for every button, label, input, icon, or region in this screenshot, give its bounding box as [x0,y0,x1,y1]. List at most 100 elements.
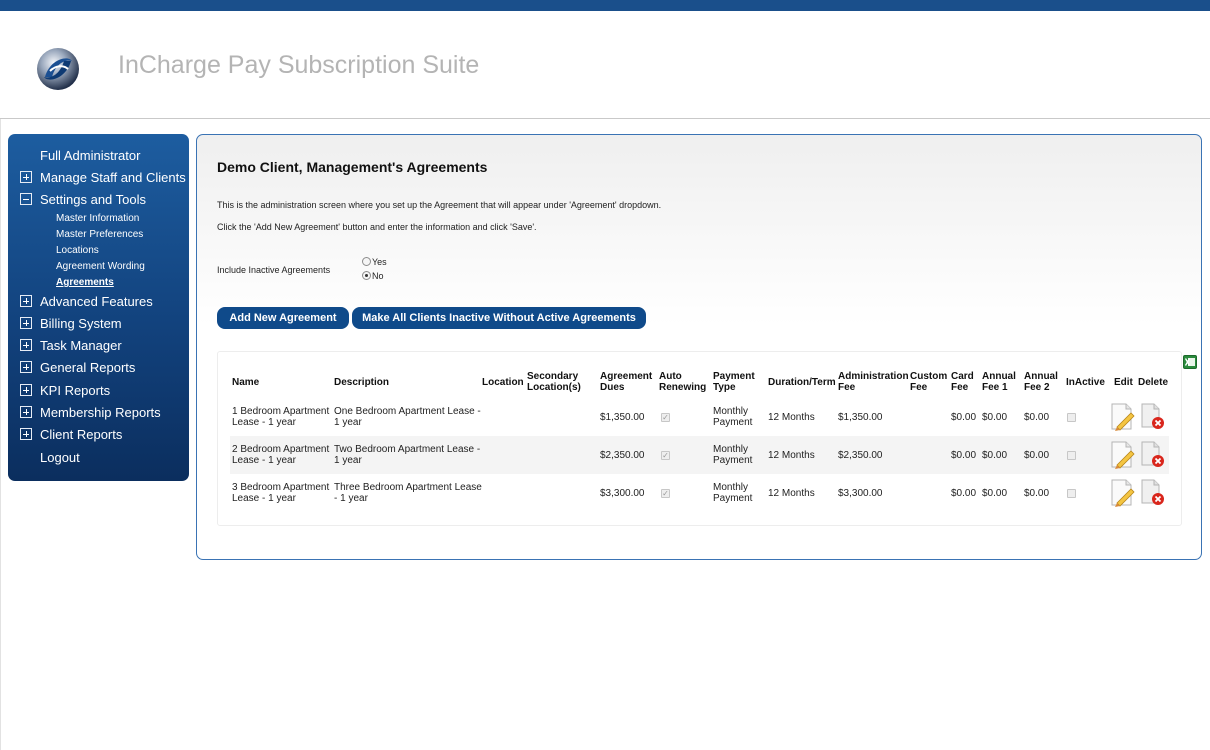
sidebar-item-settings-and-tools[interactable]: Settings and Tools [8,189,189,211]
left-border [0,119,1,750]
sidebar-item-membership-reports[interactable]: Membership Reports [8,402,189,424]
cell-description: Two Bedroom Apartment Lease -1 year [334,444,480,466]
cell-name: 1 Bedroom Apartment Lease - 1 year [232,406,329,428]
inactive-checkbox[interactable] [1067,451,1076,460]
sidebar-subitem-agreements[interactable]: Agreements [56,277,114,288]
auto-renewing-checkbox[interactable]: ✓ [661,489,670,498]
sidebar-subitem-agreement-wording[interactable]: Agreement Wording [56,261,145,272]
delete-icon[interactable] [1140,403,1166,431]
column-header-annual-fee-2: Annual Fee 2 [1024,371,1058,393]
header-line: Type [713,382,736,393]
sidebar-item-label: Logout [40,450,80,465]
inactive-checkbox[interactable] [1067,413,1076,422]
column-header-administration-fee: Administration Fee [838,371,909,393]
auto-renewing-checkbox[interactable]: ✓ [661,413,670,422]
sidebar-subitem-locations[interactable]: Locations [56,245,99,256]
cell-admin-fee: $2,350.00 [838,450,883,461]
minus-icon[interactable] [20,193,32,205]
radio-yes-label: Yes [372,257,387,267]
radio-no-label: No [372,271,384,281]
sidebar-item-general-reports[interactable]: General Reports [8,357,189,379]
header-line: Card [951,371,974,382]
auto-renewing-checkbox[interactable]: ✓ [661,451,670,460]
page-title: Demo Client, Management's Agreements [217,159,488,175]
cell-card-fee: $0.00 [951,412,977,423]
column-header-agreement-dues: Agreement Dues [600,371,652,393]
inactive-checkbox[interactable] [1067,489,1076,498]
delete-icon[interactable] [1140,479,1166,507]
column-header-custom-fee: Custom Fee [910,371,947,393]
add-new-agreement-button[interactable]: Add New Agreement [217,307,349,329]
header-line: Fee [838,382,856,393]
sidebar-item-label: Settings and Tools [40,192,146,207]
sidebar-subitem-master-preferences[interactable]: Master Preferences [56,229,143,240]
sidebar-item-manage-staff[interactable]: Manage Staff and Clients [8,167,189,189]
cell-annual-fee-2: $0.00 [1024,488,1050,499]
plus-icon[interactable] [20,428,32,440]
top-bar [0,0,1210,11]
sidebar-item-label: Advanced Features [40,294,153,309]
cell-line: 1 year [334,455,362,466]
header-line: Location(s) [527,382,581,393]
column-header-delete: Delete [1138,377,1169,388]
column-header-payment-type: Payment Type [713,371,755,393]
sidebar-item-logout[interactable]: Logout [8,447,189,469]
header-line: Annual [982,371,1016,382]
cell-annual-fee-1: $0.00 [982,488,1008,499]
make-clients-inactive-button[interactable]: Make All Clients Inactive Without Active… [352,307,646,329]
sidebar-item-client-reports[interactable]: Client Reports [8,424,189,446]
excel-export-icon[interactable] [1183,355,1197,369]
cell-line: 1 year [334,417,362,428]
plus-icon[interactable] [20,295,32,307]
sidebar-item-kpi-reports[interactable]: KPI Reports [8,380,189,402]
cell-line: - 1 year [334,493,368,504]
plus-icon[interactable] [20,171,32,183]
cell-dues: $3,300.00 [600,488,645,499]
plus-icon[interactable] [20,339,32,351]
plus-icon[interactable] [20,384,32,396]
cell-name: 2 Bedroom Apartment Lease - 1 year [232,444,329,466]
header-line: Dues [600,382,625,393]
column-header-annual-fee-1: Annual Fee 1 [982,371,1016,393]
instructions-text: Click the 'Add New Agreement' button and… [217,222,537,232]
sidebar-item-advanced-features[interactable]: Advanced Features [8,291,189,313]
header-line: Annual [1024,371,1058,382]
cell-payment-type: Monthly Payment [713,406,752,428]
cell-admin-fee: $1,350.00 [838,412,883,423]
radio-button[interactable] [362,271,371,280]
header-line: Auto [659,371,682,382]
cell-line: Payment [713,493,753,504]
cell-annual-fee-2: $0.00 [1024,412,1050,423]
radio-no[interactable]: No [362,271,384,281]
cell-line: One Bedroom Apartment Lease - [334,406,481,417]
column-header-auto-renewing: Auto Renewing [659,371,706,393]
edit-icon[interactable] [1109,441,1135,469]
sidebar-item-full-administrator[interactable]: Full Administrator [8,145,189,167]
sidebar-item-label: KPI Reports [40,383,111,398]
plus-icon[interactable] [20,406,32,418]
column-header-location: Location [482,377,524,388]
radio-yes[interactable]: Yes [362,257,387,267]
radio-button[interactable] [362,257,371,266]
edit-icon[interactable] [1109,479,1135,507]
edit-icon[interactable] [1109,403,1135,431]
column-header-name: Name [232,377,260,388]
plus-icon[interactable] [20,317,32,329]
cell-line: Monthly [713,482,749,493]
cell-line: Payment [713,455,753,466]
table-row: 3 Bedroom Apartment Lease - 1 year Three … [230,474,1169,512]
sidebar-item-label: Membership Reports [40,405,161,420]
header-line: Agreement [600,371,653,382]
delete-icon[interactable] [1140,441,1166,469]
header-line: Fee 2 [1024,382,1050,393]
column-header-secondary-location: Secondary Location(s) [527,371,581,393]
cell-line: Payment [713,417,753,428]
plus-icon[interactable] [20,361,32,373]
sidebar-item-task-manager[interactable]: Task Manager [8,335,189,357]
table-row: 1 Bedroom Apartment Lease - 1 year One Be… [230,398,1169,436]
sidebar-subitem-master-information[interactable]: Master Information [56,213,139,224]
cell-payment-type: Monthly Payment [713,444,752,466]
cell-line: 3 Bedroom Apartment [232,482,330,493]
sidebar-item-billing-system[interactable]: Billing System [8,313,189,335]
cell-annual-fee-1: $0.00 [982,450,1008,461]
